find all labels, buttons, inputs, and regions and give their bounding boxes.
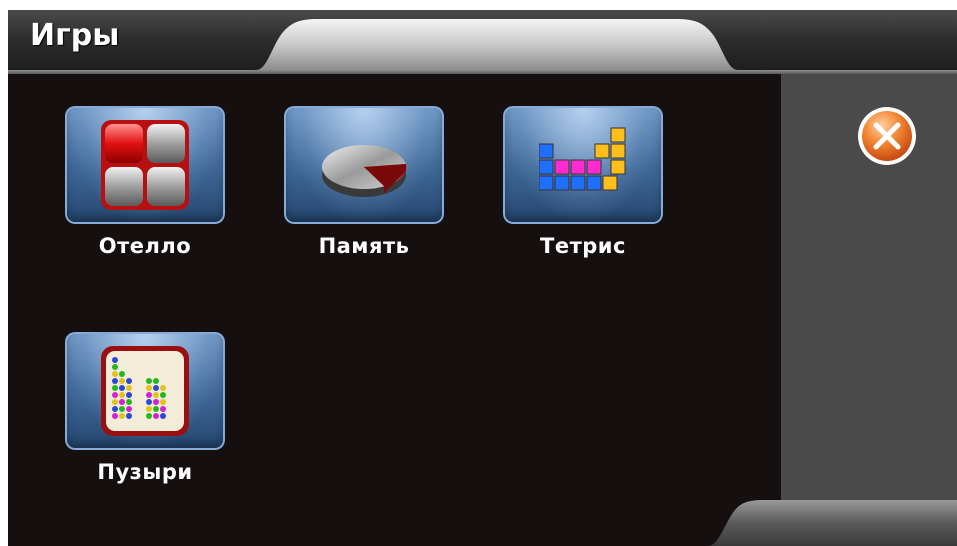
games-window: Игры Отелло Память Тетрис Пузыри (8, 10, 957, 546)
tetris-tile[interactable] (503, 106, 663, 224)
game-othello[interactable]: Отелло (45, 106, 245, 258)
close-icon[interactable] (855, 104, 919, 168)
games-grid: Отелло Память Тетрис Пузыри (8, 74, 781, 546)
memory-icon (322, 145, 407, 197)
game-bubbles[interactable]: Пузыри (45, 332, 245, 484)
memory-tile[interactable] (284, 106, 444, 224)
othello-tile[interactable] (65, 106, 225, 224)
tetris-icon (539, 127, 626, 191)
game-label: Отелло (98, 234, 192, 258)
page-title: Игры (30, 18, 120, 53)
bubbles-tile[interactable] (65, 332, 225, 450)
othello-icon (101, 120, 189, 210)
game-memory[interactable]: Память (264, 106, 464, 258)
header-tab-shape (256, 19, 738, 70)
game-label: Пузыри (97, 460, 193, 484)
game-label: Тетрис (540, 234, 626, 258)
game-label: Память (318, 234, 410, 258)
footer-tab-shape (708, 500, 957, 546)
side-panel (781, 74, 957, 546)
bubbles-icon (101, 346, 189, 436)
header-bar: Игры (8, 10, 957, 70)
game-tetris[interactable]: Тетрис (483, 106, 683, 258)
